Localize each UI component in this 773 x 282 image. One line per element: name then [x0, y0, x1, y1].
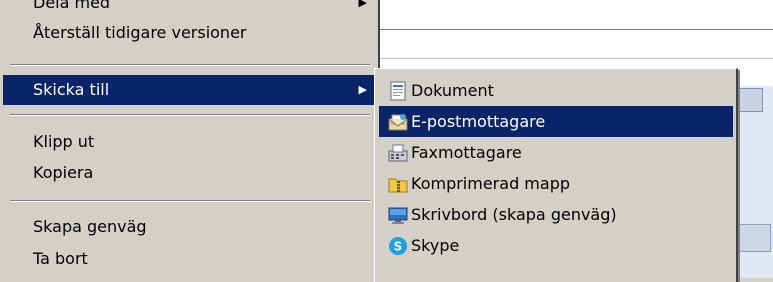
- menu-separator: [10, 200, 370, 202]
- menu-item-label: Ta bort: [33, 249, 88, 268]
- window-divider: [380, 29, 773, 30]
- menu-item-label: Klipp ut: [33, 132, 95, 151]
- submenu-item-label: Faxmottagare: [411, 143, 522, 162]
- submenu-item-desktop-shortcut[interactable]: Skrivbord (skapa genväg): [379, 199, 733, 230]
- submenu-item-label: E-postmottagare: [411, 112, 546, 131]
- menu-item-copy[interactable]: Kopiera: [3, 158, 375, 188]
- skype-icon: S: [389, 237, 407, 255]
- email-icon: [388, 114, 408, 131]
- menu-item-cut[interactable]: Klipp ut: [3, 127, 375, 157]
- fax-icon: [388, 144, 408, 162]
- menu-item-share[interactable]: Dela med ▶: [3, 0, 375, 18]
- menu-item-send-to[interactable]: Skicka till ▶: [3, 75, 375, 105]
- submenu-item-label: Skype: [411, 236, 460, 255]
- menu-item-label: Kopiera: [33, 163, 94, 182]
- submenu-arrow-icon: ▶: [358, 0, 367, 9]
- desktop-icon: [388, 207, 408, 224]
- menu-item-label: Skicka till: [33, 80, 110, 99]
- svg-text:S: S: [394, 240, 403, 254]
- menu-item-delete[interactable]: Ta bort: [3, 244, 375, 274]
- menu-separator: [10, 114, 370, 116]
- zip-folder-icon: [388, 178, 408, 193]
- menu-item-restore-previous-versions[interactable]: Återställ tidigare versioner: [3, 18, 375, 48]
- document-icon: [390, 81, 406, 101]
- submenu-item-label: Dokument: [411, 81, 494, 100]
- submenu-item-skype[interactable]: S Skype: [379, 230, 733, 261]
- menu-item-label: Återställ tidigare versioner: [33, 23, 247, 42]
- send-to-submenu: Dokument E-postmottagare Faxmottagare Ko…: [374, 68, 738, 282]
- submenu-item-fax-recipient[interactable]: Faxmottagare: [379, 137, 733, 168]
- submenu-item-label: Komprimerad mapp: [411, 174, 571, 193]
- window-divider: [380, 58, 773, 59]
- menu-item-label: Skapa genväg: [33, 217, 147, 236]
- menu-item-label: Dela med: [33, 0, 111, 12]
- submenu-item-email-recipient[interactable]: E-postmottagare: [379, 106, 733, 137]
- submenu-item-label: Skrivbord (skapa genväg): [411, 205, 617, 224]
- context-menu: Dela med ▶ Återställ tidigare versioner …: [0, 0, 380, 278]
- submenu-item-compressed-folder[interactable]: Komprimerad mapp: [379, 168, 733, 199]
- submenu-item-documents[interactable]: Dokument: [379, 75, 733, 106]
- menu-separator: [10, 64, 370, 66]
- menu-item-create-shortcut[interactable]: Skapa genväg: [3, 212, 375, 242]
- submenu-arrow-icon: ▶: [358, 83, 367, 96]
